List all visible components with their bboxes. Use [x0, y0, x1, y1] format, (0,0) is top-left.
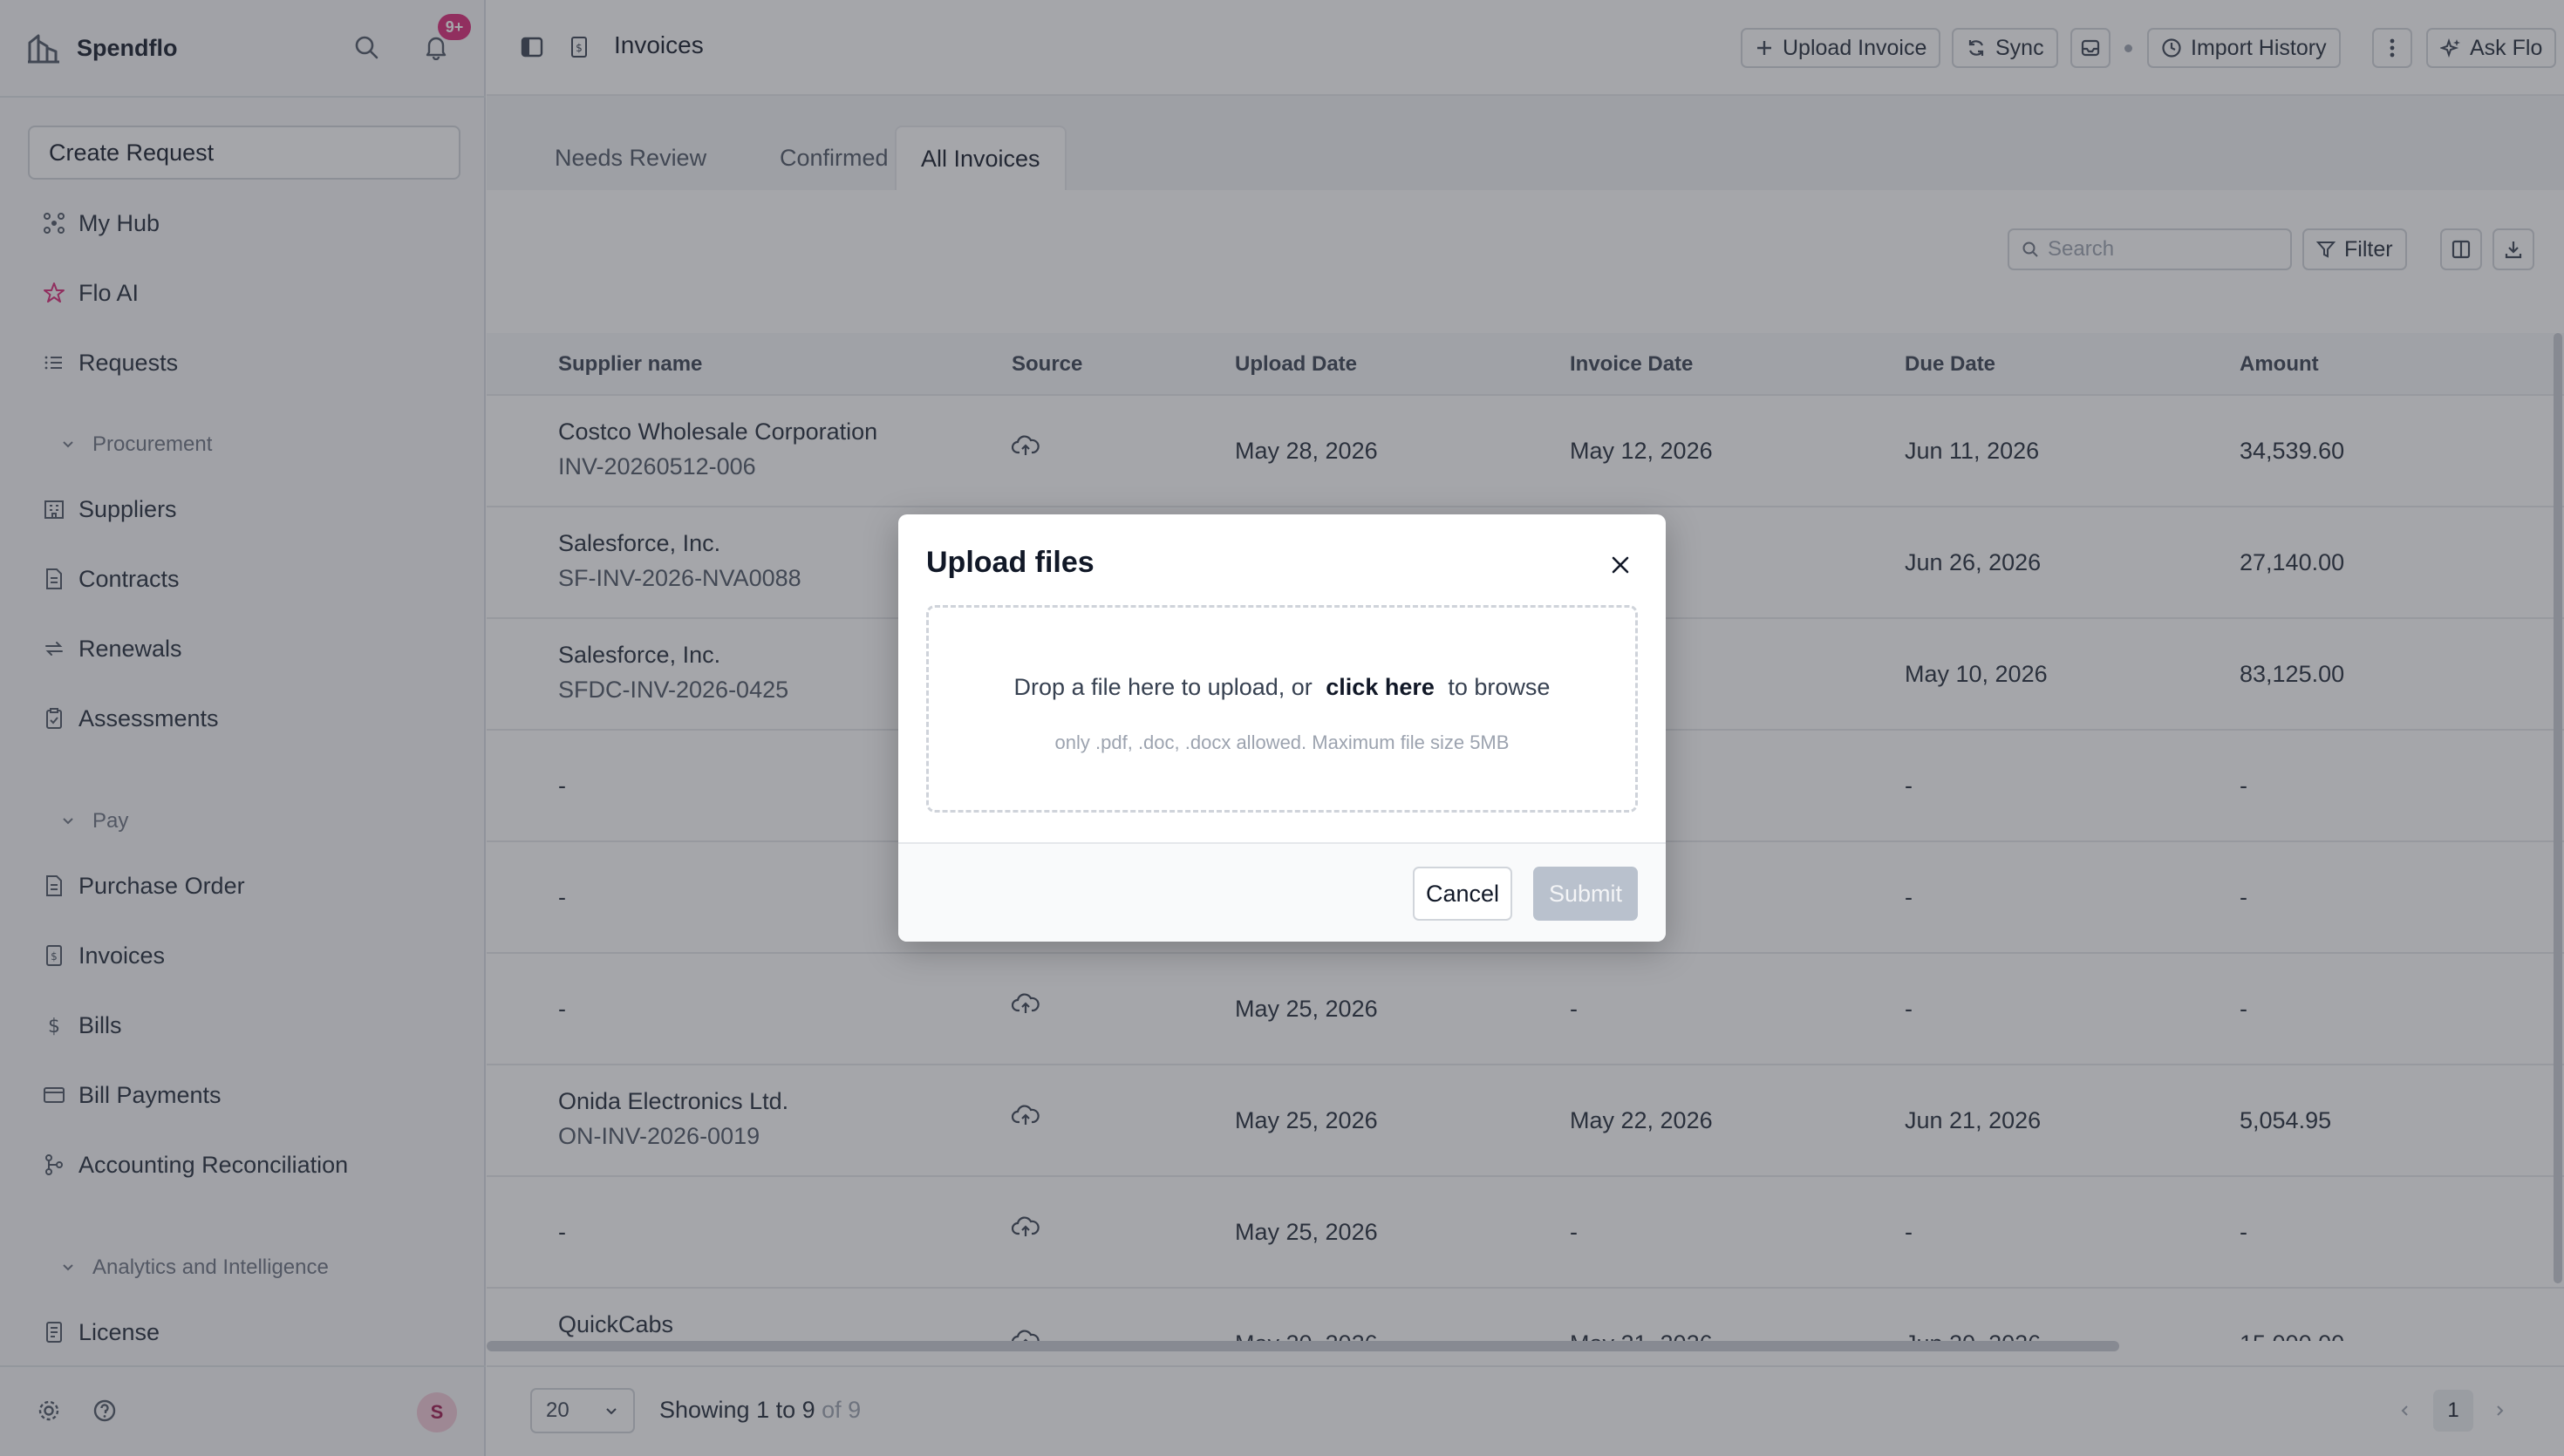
- file-type-hint: only .pdf, .doc, .docx allowed. Maximum …: [1054, 731, 1510, 753]
- cancel-button[interactable]: Cancel: [1413, 867, 1512, 921]
- file-dropzone[interactable]: Drop a file here to upload, or click her…: [926, 605, 1638, 813]
- submit-button[interactable]: Submit: [1533, 867, 1638, 921]
- dialog-title: Upload files: [926, 546, 1094, 579]
- browse-text: to browse: [1448, 674, 1551, 700]
- dialog-footer: Cancel Submit: [898, 842, 1666, 942]
- upload-files-dialog: Upload files Drop a file here to upload,…: [898, 514, 1666, 942]
- drop-text: Drop a file here to upload, or: [1013, 674, 1313, 700]
- close-icon[interactable]: [1603, 548, 1638, 582]
- browse-link[interactable]: click here: [1326, 674, 1435, 700]
- dropzone-instructions: Drop a file here to upload, or click her…: [929, 674, 1635, 701]
